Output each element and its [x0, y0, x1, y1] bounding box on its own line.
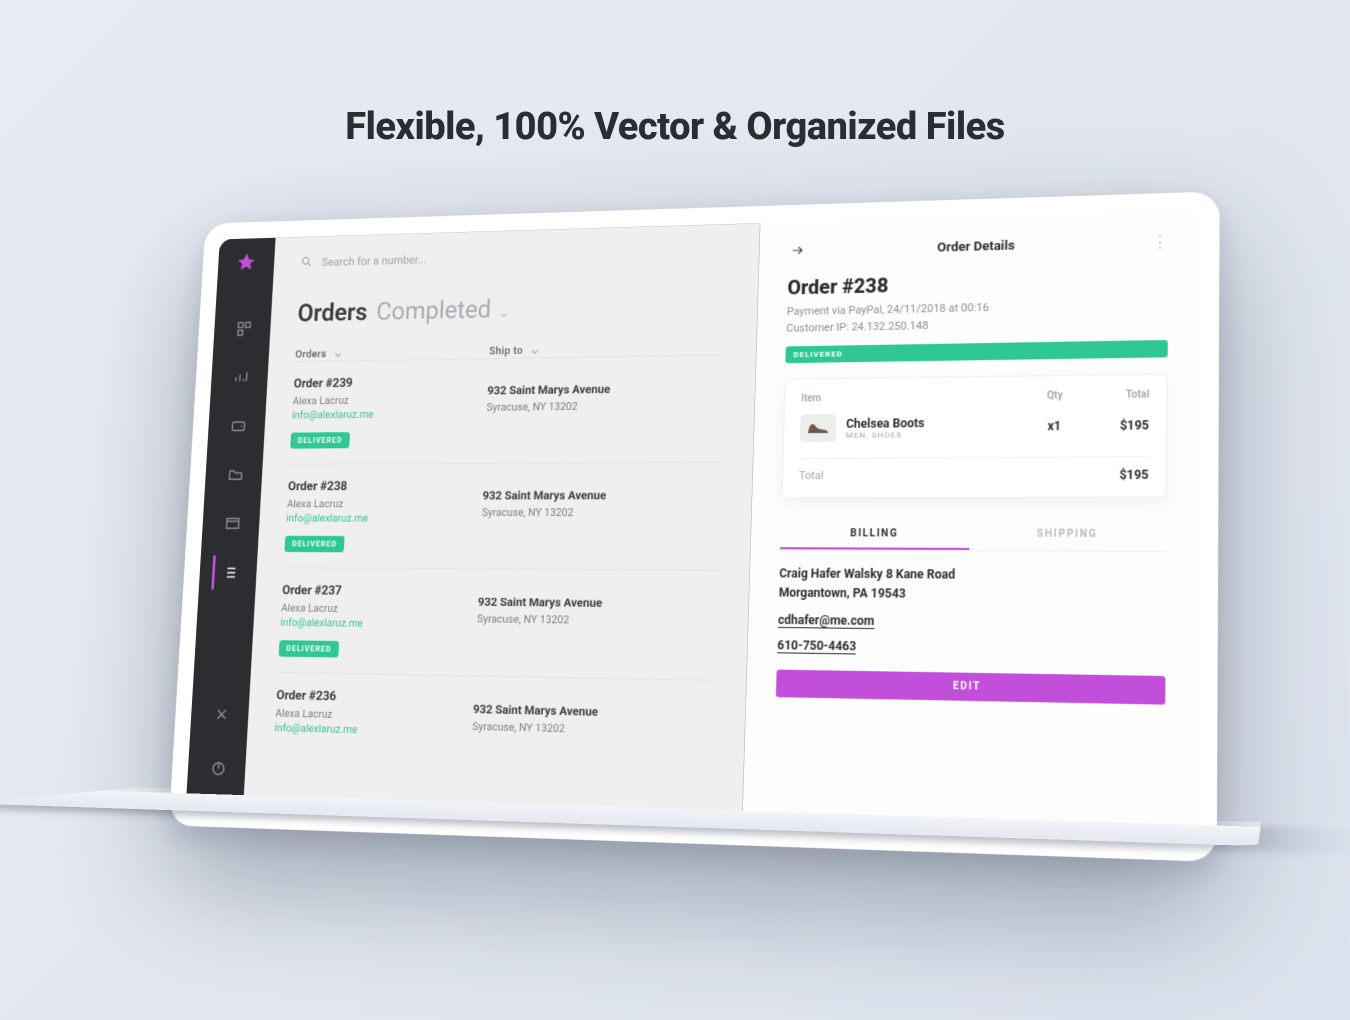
order-customer: Alexa Lacruz [287, 498, 483, 511]
col-total: Total [1086, 389, 1149, 401]
order-customer: Alexa Lacruz [281, 602, 478, 617]
order-detail-panel: Order Details ⋮ Order #238 Payment via P… [742, 210, 1200, 842]
orders-list-pane: Search for a number... Orders Completed … [243, 223, 760, 826]
ship-line-1: 932 Saint Marys Avenue [482, 488, 722, 502]
dashboard-icon[interactable] [226, 312, 259, 346]
search-placeholder: Search for a number... [321, 253, 427, 269]
address-line-2: Morgantown, PA 19543 [779, 584, 1166, 607]
product-category: MEN, SHOES [846, 429, 1023, 439]
order-id: Order #236 [276, 688, 474, 707]
order-email: info@alexlaruz.me [274, 721, 472, 738]
order-customer: Alexa Lacruz [292, 393, 487, 408]
order-email: info@alexlaruz.me [292, 407, 487, 421]
promo-headline: Flexible, 100% Vector & Organized Files [345, 105, 1004, 149]
search-icon [300, 255, 313, 271]
col-qty: Qty [1024, 390, 1087, 402]
order-row[interactable]: Order #236 Alexa Lacruz info@alexlaruz.m… [273, 672, 717, 769]
order-row[interactable]: Order #237 Alexa Lacruz info@alexlaruz.m… [278, 567, 720, 679]
analytics-icon[interactable] [223, 360, 256, 394]
app-logo[interactable] [234, 251, 258, 275]
page-heading: Orders Completed ⌄ [297, 290, 729, 328]
list-icon[interactable] [211, 555, 245, 589]
status-badge: DELIVERED [284, 536, 344, 552]
tab-shipping[interactable]: SHIPPING [969, 520, 1166, 550]
status-badge: DELIVERED [785, 340, 1167, 363]
power-icon[interactable] [200, 751, 234, 787]
order-email: info@alexlaruz.me [286, 512, 482, 525]
page-filter[interactable]: Completed [376, 295, 492, 326]
billing-phone[interactable]: 610-750-4463 [777, 638, 856, 654]
product-name: Chelsea Boots [846, 415, 1023, 431]
col-item: Item [801, 391, 1024, 405]
order-heading: Order #238 [787, 267, 1168, 300]
address-tabs: BILLING SHIPPING [780, 520, 1166, 552]
folder-icon[interactable] [217, 457, 251, 491]
ship-line-1: 932 Saint Marys Avenue [487, 381, 726, 398]
edit-button[interactable]: EDIT [776, 670, 1166, 705]
line-items-card: Item Qty Total Chelsea Boots MEN, SHOES … [782, 374, 1168, 498]
billing-address: Craig Hafer Walsky 8 Kane Road Morgantow… [779, 564, 1167, 606]
page-title: Orders [297, 298, 368, 327]
billing-email[interactable]: cdhafer@me.com [778, 613, 875, 629]
back-arrow-icon[interactable] [788, 243, 806, 260]
laptop-frame: Search for a number... Orders Completed … [169, 191, 1220, 862]
line-item[interactable]: Chelsea Boots MEN, SHOES x1 $195 [800, 411, 1149, 442]
order-id: Order #238 [288, 479, 484, 494]
order-email: info@alexlaruz.me [280, 616, 477, 631]
ship-line-1: 932 Saint Marys Avenue [473, 702, 716, 721]
chevron-down-icon: ⌄ [332, 346, 344, 361]
wallet-icon[interactable] [220, 409, 254, 443]
column-orders[interactable]: Orders ⌄ [295, 343, 489, 361]
order-row[interactable]: Order #238 Alexa Lacruz info@alexlaruz.m… [284, 461, 724, 569]
window-icon[interactable] [214, 506, 248, 540]
status-badge: DELIVERED [279, 640, 339, 657]
order-id: Order #239 [293, 374, 488, 391]
tab-billing[interactable]: BILLING [780, 520, 970, 550]
product-price: $195 [1086, 418, 1150, 433]
ip-meta: Customer IP: 24.132.250.148 [786, 314, 1168, 334]
status-badge: DELIVERED [290, 432, 350, 449]
ship-line-2: Syracuse, NY 13202 [477, 613, 719, 629]
tools-icon[interactable] [203, 697, 237, 732]
ship-line-1: 932 Saint Marys Avenue [478, 595, 720, 611]
total-value: $195 [1119, 468, 1148, 483]
ship-line-2: Syracuse, NY 13202 [486, 398, 725, 413]
ship-line-2: Syracuse, NY 13202 [482, 506, 723, 519]
panel-title: Order Details [806, 235, 1152, 259]
order-row[interactable]: Order #239 Alexa Lacruz info@alexlaruz.m… [289, 354, 727, 463]
app-screen: Search for a number... Orders Completed … [186, 210, 1201, 842]
ship-line-2: Syracuse, NY 13202 [472, 720, 715, 739]
chevron-down-icon[interactable]: ⌄ [498, 305, 510, 320]
product-qty: x1 [1023, 419, 1086, 434]
dimmed-area: Search for a number... Orders Completed … [186, 223, 760, 826]
product-thumb [800, 414, 837, 442]
order-id: Order #237 [282, 584, 479, 600]
chevron-down-icon: ⌄ [529, 342, 541, 358]
total-label: Total [799, 468, 1120, 483]
